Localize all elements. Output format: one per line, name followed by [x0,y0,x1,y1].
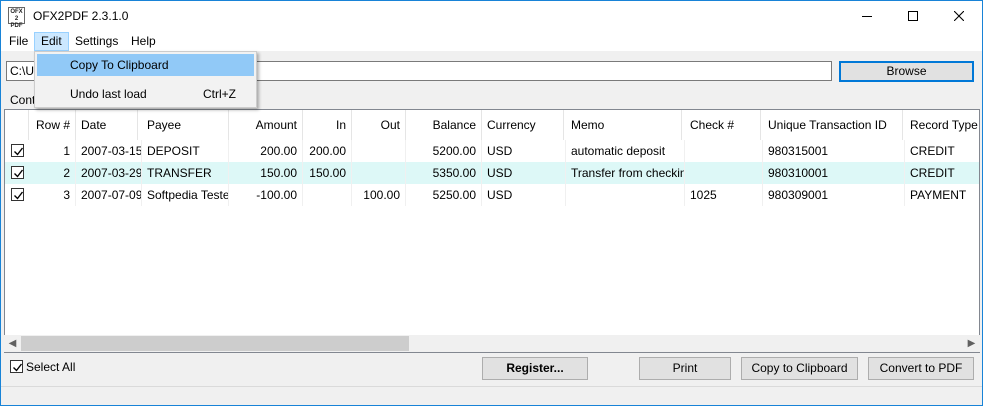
header-in[interactable]: In [303,110,352,140]
scroll-left-icon[interactable]: ◀ [4,335,21,352]
status-bar [1,386,982,405]
scrollbar-thumb[interactable] [21,336,409,351]
cell-transaction-id: 980315001 [763,140,905,162]
header-check [5,110,29,140]
menu-item-copy-to-clipboard[interactable]: Copy To Clipboard [37,54,254,76]
edit-menu-dropdown: Copy To Clipboard Undo last load Ctrl+Z [34,51,257,108]
checkmark-icon [13,363,23,372]
cell-date: 2007-03-15 [76,140,142,162]
header-amount[interactable]: Amount [229,110,303,140]
window-title: OFX2PDF 2.3.1.0 [33,9,129,23]
transactions-table: Row # Date Payee Amount In Out Balance C… [4,109,980,353]
header-transaction-id[interactable]: Unique Transaction ID [763,110,903,140]
minimize-icon [862,16,872,17]
menu-item-undo-last-load[interactable]: Undo last load Ctrl+Z [37,83,254,105]
register-button[interactable]: Register... [482,357,588,380]
cell-date: 2007-07-09 [76,184,142,206]
cell-in: 150.00 [303,162,352,184]
cell-balance: 5250.00 [406,184,482,206]
close-button[interactable] [936,1,982,31]
cell-balance: 5350.00 [406,162,482,184]
convert-to-pdf-button[interactable]: Convert to PDF [868,357,974,380]
header-row-num[interactable]: Row # [29,110,76,140]
cell-record-type: CREDIT [905,162,979,184]
cell-memo: Transfer from checking [566,162,685,184]
maximize-icon [908,11,918,21]
table-row[interactable]: 1 2007-03-15 DEPOSIT 200.00 200.00 5200.… [5,140,979,162]
checkmark-icon [14,169,24,178]
menu-item-label: Copy To Clipboard [70,58,169,72]
cell-transaction-id: 980309001 [763,184,905,206]
horizontal-scrollbar[interactable]: ◀ ▶ [4,335,980,352]
header-memo[interactable]: Memo [566,110,682,140]
header-date[interactable]: Date [76,110,138,140]
cell-check-num [685,140,763,162]
select-all-checkbox[interactable] [10,360,23,373]
cell-currency: USD [482,140,566,162]
cell-memo [566,184,685,206]
header-check-num[interactable]: Check # [685,110,761,140]
menu-item-shortcut: Ctrl+Z [203,87,236,101]
table-header: Row # Date Payee Amount In Out Balance C… [5,110,979,140]
cell-payee: Softpedia Tester [142,184,229,206]
row-checkbox[interactable] [11,144,24,157]
row-checkbox[interactable] [11,166,24,179]
title-bar[interactable]: OFX 2 PDF OFX2PDF 2.3.1.0 [1,1,982,31]
menu-file[interactable]: File [3,32,34,51]
header-record-type[interactable]: Record Type [905,110,979,140]
app-window: OFX 2 PDF OFX2PDF 2.3.1.0 File Edit Settin… [0,0,983,406]
cell-amount: 200.00 [229,140,303,162]
cell-payee: TRANSFER [142,162,229,184]
cell-record-type: PAYMENT [905,184,979,206]
menu-item-label: Undo last load [70,87,147,101]
menu-bar: File Edit Settings Help [1,31,982,51]
select-all-label[interactable]: Select All [26,360,75,374]
cell-amount: -100.00 [229,184,303,206]
cell-out [352,162,406,184]
cell-row-num: 2 [29,162,76,184]
cell-amount: 150.00 [229,162,303,184]
cell-row-num: 3 [29,184,76,206]
header-out[interactable]: Out [352,110,406,140]
cell-check-num: 1025 [685,184,763,206]
copy-to-clipboard-button[interactable]: Copy to Clipboard [741,357,858,380]
close-icon [954,11,964,21]
cell-payee: DEPOSIT [142,140,229,162]
cell-out: 100.00 [352,184,406,206]
browse-button[interactable]: Browse [839,61,974,82]
cell-in: 200.00 [303,140,352,162]
ofx2pdf-app-icon: OFX 2 PDF [8,7,25,29]
maximize-button[interactable] [890,1,936,31]
table-row[interactable]: 3 2007-07-09 Softpedia Tester -100.00 10… [5,184,979,206]
cell-balance: 5200.00 [406,140,482,162]
header-balance[interactable]: Balance [406,110,482,140]
scroll-right-icon[interactable]: ▶ [963,335,980,352]
cell-check-num [685,162,763,184]
cell-transaction-id: 980310001 [763,162,905,184]
cell-currency: USD [482,162,566,184]
cell-row-num: 1 [29,140,76,162]
cell-record-type: CREDIT [905,140,979,162]
cell-in [303,184,352,206]
cell-date: 2007-03-29 [76,162,142,184]
minimize-button[interactable] [844,1,890,31]
menu-settings[interactable]: Settings [69,32,124,51]
header-payee[interactable]: Payee [142,110,229,140]
cell-out [352,140,406,162]
menu-edit[interactable]: Edit [34,32,69,51]
header-currency[interactable]: Currency [482,110,564,140]
row-checkbox[interactable] [11,188,24,201]
cell-currency: USD [482,184,566,206]
table-row[interactable]: 2 2007-03-29 TRANSFER 150.00 150.00 5350… [5,162,979,184]
menu-help[interactable]: Help [125,32,162,51]
print-button[interactable]: Print [639,357,731,380]
cell-memo: automatic deposit [566,140,685,162]
checkmark-icon [14,147,24,156]
checkmark-icon [14,191,24,200]
